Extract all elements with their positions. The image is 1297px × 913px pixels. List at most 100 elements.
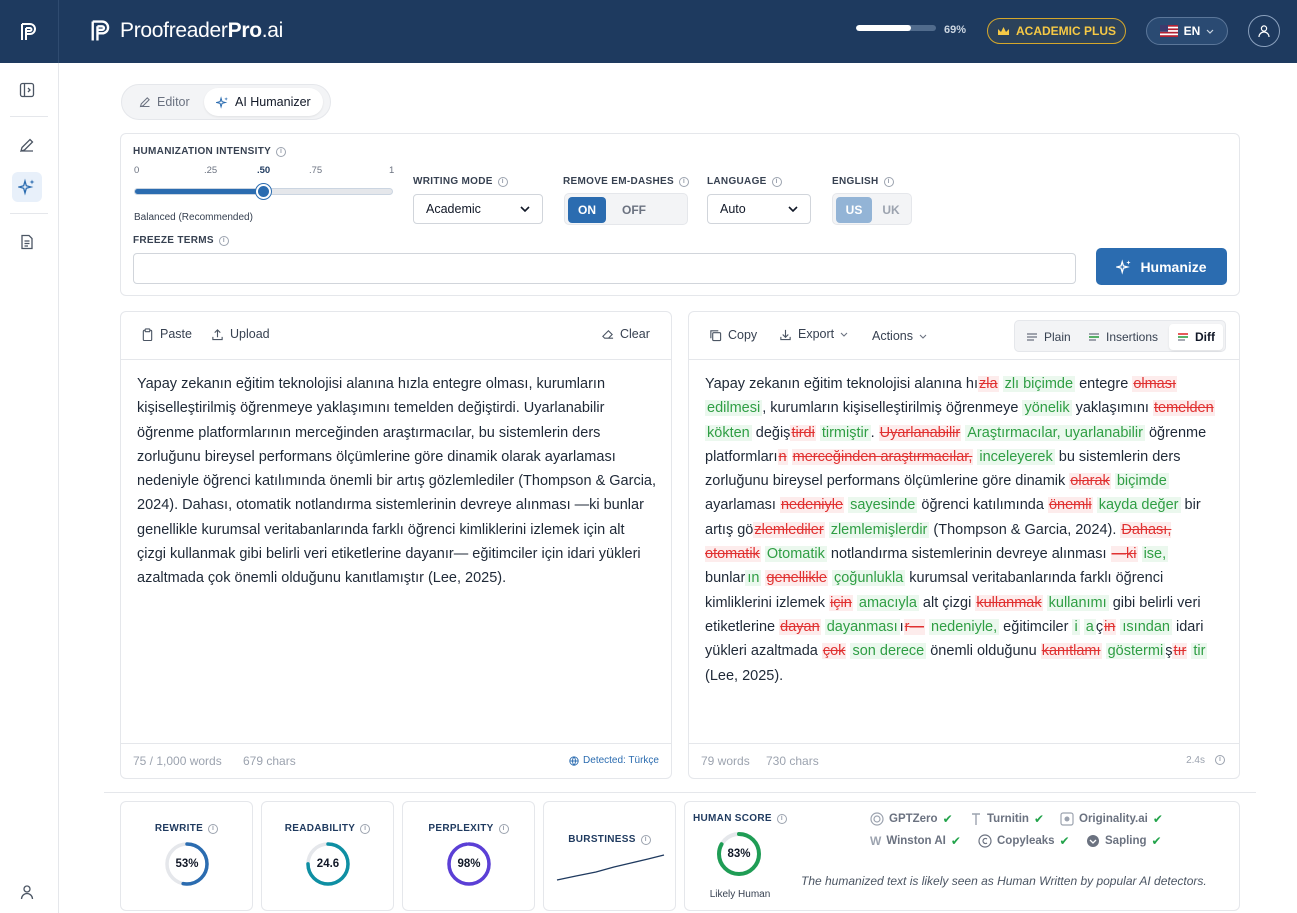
diff-insertion[interactable]: çoğunlukla [831, 570, 906, 587]
diff-deletion[interactable]: r— [903, 618, 926, 635]
sidebar-item-humanizer[interactable] [12, 172, 42, 202]
sidebar-item-editor[interactable] [12, 130, 42, 160]
info-icon[interactable]: i [678, 176, 689, 187]
info-icon[interactable]: i [771, 176, 782, 187]
info-icon[interactable]: i [218, 235, 229, 246]
diff-deletion[interactable]: in [1103, 618, 1117, 635]
clear-button[interactable]: Clear [601, 327, 650, 341]
em-dash-toggle[interactable]: ON OFF [564, 193, 688, 225]
diff-insertion[interactable]: biçimde [1114, 473, 1169, 490]
diff-insertion[interactable]: inceleyerek [977, 448, 1055, 465]
diff-insertion[interactable]: kullanımı [1046, 594, 1109, 611]
diff-insertion[interactable]: tir [1191, 643, 1208, 660]
info-icon[interactable]: i [883, 176, 894, 187]
diff-insertion[interactable]: yönelik [1022, 400, 1072, 417]
info-icon[interactable]: i [208, 823, 219, 834]
view-diff-option[interactable]: Diff [1169, 324, 1223, 350]
diff-deletion[interactable]: temelden [1152, 400, 1215, 417]
diff-insertion[interactable]: sayesinde [848, 497, 918, 514]
user-icon [20, 885, 34, 900]
copy-icon [710, 329, 722, 341]
diff-deletion[interactable]: nedeniyle [779, 497, 845, 514]
check-icon: ✔ [1151, 834, 1162, 848]
diff-insertion[interactable]: kökten [705, 424, 752, 441]
language-selector[interactable]: EN [1146, 17, 1228, 45]
diff-insertion[interactable]: edilmesi [705, 400, 763, 417]
diff-deletion[interactable]: Uyarlanabilir [878, 424, 962, 441]
diff-deletion[interactable]: çok [821, 643, 847, 660]
diff-insertion[interactable]: kayda değer [1096, 497, 1181, 514]
writing-mode-select[interactable]: Academic [413, 194, 543, 224]
info-icon[interactable]: i [360, 823, 371, 834]
copy-button[interactable]: Copy [709, 328, 757, 342]
info-icon[interactable]: i [276, 146, 287, 157]
diff-deletion[interactable]: dayan [779, 618, 821, 635]
language-select[interactable]: Auto [707, 194, 811, 224]
diff-deletion[interactable]: kullanmak [975, 594, 1043, 611]
input-text[interactable]: Yapay zekanın eğitim teknolojisi alanına… [137, 372, 657, 591]
diff-insertion[interactable]: nedeniyle, [929, 618, 1000, 635]
diff-deletion[interactable]: olarak [1069, 473, 1111, 490]
view-insertions-option[interactable]: Insertions [1080, 324, 1166, 350]
output-diff-text[interactable]: Yapay zekanın eğitim teknolojisi alanına… [705, 372, 1225, 688]
usage-percent: 69% [944, 24, 967, 36]
rewrite-value: 53% [175, 858, 199, 870]
actions-button[interactable]: Actions [872, 329, 927, 343]
export-button[interactable]: Export [779, 327, 848, 341]
diff-deletion[interactable]: —ki [1110, 546, 1138, 563]
diff-deletion[interactable]: tır [1172, 643, 1188, 660]
info-icon[interactable]: i [497, 176, 508, 187]
em-dash-on-option[interactable]: ON [568, 197, 606, 223]
app-logo[interactable] [0, 0, 59, 63]
paste-button[interactable]: Paste [141, 327, 192, 341]
diff-deletion[interactable]: zlemlediler [753, 521, 825, 538]
humanize-button[interactable]: Humanize [1096, 248, 1227, 285]
info-icon[interactable]: i [640, 834, 651, 845]
brand-name: Proofreader [120, 19, 228, 42]
diff-deletion[interactable]: olması [1132, 376, 1178, 392]
intensity-slider-thumb[interactable] [256, 184, 271, 199]
diff-deletion[interactable]: önemli [1047, 497, 1093, 514]
crown-icon [997, 26, 1009, 35]
diff-insertion[interactable]: dayanması [824, 618, 900, 635]
diff-deletion[interactable]: için [829, 594, 853, 611]
sidebar-item-documents[interactable] [12, 227, 42, 257]
diff-insertion[interactable]: zlemlemişlerdir [828, 521, 930, 538]
tab-editor[interactable]: Editor [127, 88, 202, 116]
user-avatar-button[interactable] [1248, 15, 1280, 47]
diff-insertion[interactable]: amacıyla [856, 594, 919, 611]
diff-insertion[interactable]: ise, [1141, 546, 1169, 563]
upload-button[interactable]: Upload [211, 327, 270, 341]
diff-insertion[interactable]: tirmiştir [819, 424, 871, 441]
english-uk-option[interactable]: UK [874, 197, 908, 223]
diff-deletion[interactable]: merceğinden araştırmacılar, [791, 448, 974, 465]
plan-badge[interactable]: ACADEMIC PLUS [987, 18, 1126, 44]
diff-insertion[interactable]: Araştırmacılar, uyarlanabilir [965, 424, 1145, 441]
diff-insertion[interactable]: Otomatik [764, 546, 827, 563]
diff-insertion[interactable]: i [1072, 618, 1080, 635]
diff-insertion[interactable]: göstermi [1105, 643, 1166, 660]
diff-insertion[interactable]: zlı biçimde [1002, 376, 1076, 392]
em-dash-off-option[interactable]: OFF [615, 197, 653, 223]
view-plain-option[interactable]: Plain [1018, 324, 1079, 350]
clipboard-icon [142, 327, 153, 341]
info-icon[interactable]: i [498, 823, 509, 834]
diff-deletion[interactable]: genellikle [765, 570, 828, 587]
diff-insertion[interactable]: son derece [850, 643, 927, 660]
english-us-option[interactable]: US [836, 197, 872, 223]
tab-ai-humanizer[interactable]: AI Humanizer [204, 88, 323, 116]
diff-deletion[interactable]: zla [977, 376, 999, 392]
info-icon[interactable]: i [1215, 755, 1225, 765]
diff-insertion[interactable]: a [1083, 618, 1096, 635]
diff-deletion[interactable]: tirdi [790, 424, 816, 441]
toggle-sidebar-button[interactable] [12, 75, 42, 105]
info-icon[interactable]: i [776, 813, 787, 824]
diff-deletion[interactable]: n [777, 448, 788, 465]
diff-insertion[interactable]: ısından [1120, 618, 1172, 635]
freeze-terms-input[interactable] [133, 253, 1076, 284]
diff-deletion[interactable]: kanıtlamı [1040, 643, 1102, 660]
diff-insertion[interactable]: ın [745, 570, 762, 587]
brand-wordmark[interactable]: ProofreaderPro.ai [88, 16, 283, 46]
sidebar-account-button[interactable] [12, 877, 42, 907]
output-panel: Copy Export Actions Plain Insertions Dif… [688, 311, 1240, 779]
